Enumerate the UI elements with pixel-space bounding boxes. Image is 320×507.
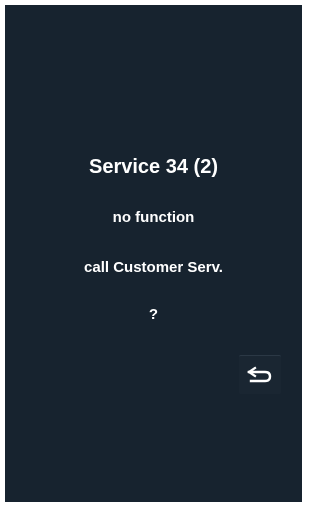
return-arrow-icon [247, 366, 272, 383]
instruction-message: call Customer Serv. [84, 259, 223, 276]
help-question-mark: ? [148, 306, 159, 323]
device-frame: Service 34 (2) no function call Customer… [0, 0, 307, 507]
status-message: no function [112, 209, 195, 226]
display-screen: Service 34 (2) no function call Customer… [5, 5, 302, 502]
service-title: Service 34 (2) [89, 156, 218, 178]
back-button[interactable] [239, 355, 281, 394]
